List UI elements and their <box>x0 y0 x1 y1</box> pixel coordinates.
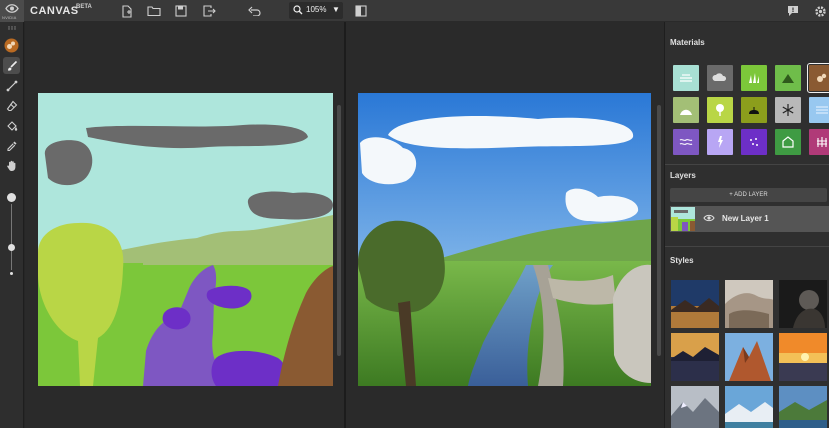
material-tree[interactable] <box>707 97 733 123</box>
nvidia-logo: NVIDIA <box>0 0 24 22</box>
snow-icon <box>782 104 794 116</box>
bush-icon <box>749 107 759 114</box>
materials-title: Materials <box>670 38 705 47</box>
hill-icon <box>680 109 692 115</box>
styles-title: Styles <box>670 256 694 265</box>
style-thumb-6[interactable] <box>779 333 827 381</box>
material-mountain[interactable] <box>775 65 801 91</box>
material-flower[interactable] <box>707 129 733 155</box>
style-thumb-9[interactable] <box>779 386 827 428</box>
zoom-value: 105% <box>306 5 327 14</box>
save-icon[interactable] <box>173 3 189 19</box>
tree-icon <box>716 104 724 116</box>
open-folder-icon[interactable] <box>146 3 162 19</box>
eyedropper-icon[interactable] <box>3 137 20 154</box>
feedback-icon[interactable] <box>785 3 801 19</box>
visibility-eye-icon[interactable] <box>703 213 715 223</box>
material-grass[interactable] <box>741 65 767 91</box>
stone-icon <box>750 138 758 146</box>
material-snow[interactable] <box>775 97 801 123</box>
layers-title: Layers <box>670 171 696 180</box>
material-cloud[interactable] <box>707 65 733 91</box>
zoom-icon <box>293 5 303 15</box>
pan-hand-icon[interactable] <box>3 157 20 174</box>
section-divider <box>665 164 829 165</box>
drag-handle-icon[interactable] <box>3 24 20 32</box>
material-bush[interactable] <box>741 97 767 123</box>
style-thumb-2[interactable] <box>725 280 773 328</box>
settings-icon[interactable] <box>812 3 828 19</box>
logo-text: NVIDIA <box>2 15 17 20</box>
export-icon[interactable] <box>201 3 217 19</box>
fence-icon <box>817 137 827 147</box>
style-thumb-5[interactable] <box>725 333 773 381</box>
right-panel: Materials Layers + ADD LAYER New Layer 1… <box>664 22 829 428</box>
cloud-icon <box>712 73 727 81</box>
brush-icon[interactable] <box>3 57 20 74</box>
beta-badge: BETA <box>76 4 92 10</box>
brush-size-slider[interactable] <box>11 204 12 270</box>
material-fence[interactable] <box>809 129 829 155</box>
river-icon <box>679 139 693 145</box>
style-thumb-3[interactable] <box>779 280 827 328</box>
material-building[interactable] <box>775 129 801 155</box>
grass-icon <box>749 73 759 83</box>
app-title: CANVAS <box>30 5 79 17</box>
material-water[interactable] <box>809 97 829 123</box>
material-stone[interactable] <box>741 129 767 155</box>
output-scrollbar[interactable] <box>657 105 661 356</box>
material-river[interactable] <box>673 129 699 155</box>
material-sea[interactable] <box>673 65 699 91</box>
split-view-icon[interactable] <box>353 3 369 19</box>
material-hill[interactable] <box>673 97 699 123</box>
building-icon <box>782 136 794 148</box>
undo-icon[interactable] <box>246 3 262 19</box>
water-icon <box>816 106 828 114</box>
tool-sidebar <box>0 22 24 428</box>
material-dirt[interactable] <box>807 63 829 93</box>
new-file-icon[interactable] <box>119 3 135 19</box>
flower-icon <box>718 136 723 148</box>
canvas-app: NVIDIA CANVAS BETA 105% ▼ Materials Laye… <box>0 0 829 428</box>
paint-canvas[interactable] <box>38 93 333 386</box>
add-layer-button[interactable]: + ADD LAYER <box>670 188 827 202</box>
nvidia-eye-icon <box>5 4 19 13</box>
layer-thumbnail <box>671 207 695 231</box>
paint-scrollbar[interactable] <box>337 105 341 356</box>
section-divider <box>665 246 829 247</box>
brush-size-thumb[interactable] <box>8 243 15 251</box>
style-thumb-7[interactable] <box>671 386 719 428</box>
style-thumb-8[interactable] <box>725 386 773 428</box>
dropdown-caret-icon[interactable]: ▼ <box>332 5 340 14</box>
layer-row[interactable]: New Layer 1 <box>670 206 829 232</box>
top-toolbar: NVIDIA CANVAS BETA 105% ▼ <box>0 0 829 22</box>
brush-size-max-dot <box>7 193 16 202</box>
eraser-icon[interactable] <box>3 97 20 114</box>
brush-size-min-dot <box>10 272 13 275</box>
fill-bucket-icon[interactable] <box>3 117 20 134</box>
line-icon[interactable] <box>3 77 20 94</box>
output-image <box>358 93 651 386</box>
layer-name: New Layer 1 <box>722 214 769 223</box>
mountain-icon <box>782 74 794 83</box>
material-picker-icon[interactable] <box>3 37 20 54</box>
style-thumb-1[interactable] <box>671 280 719 328</box>
zoom-control[interactable]: 105% ▼ <box>289 2 343 19</box>
style-thumb-4[interactable] <box>671 333 719 381</box>
dirt-icon <box>817 73 827 82</box>
sea-icon <box>680 74 692 82</box>
